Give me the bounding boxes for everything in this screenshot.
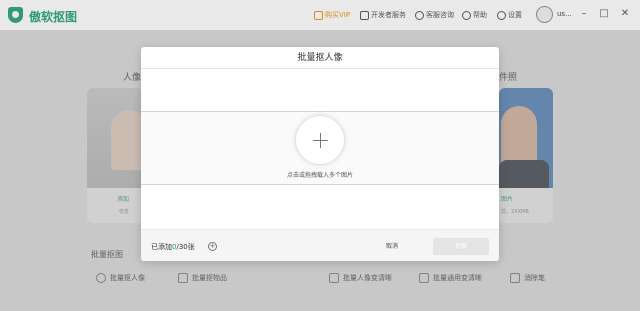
add-more-icon[interactable]: + <box>208 242 217 251</box>
add-image-plus-icon[interactable] <box>295 115 345 165</box>
dialog-title: 批量抠人像 <box>141 47 499 69</box>
settings-label: 设置 <box>508 11 522 19</box>
avatar[interactable] <box>536 6 553 23</box>
close-icon[interactable]: ✕ <box>619 8 631 20</box>
headset-icon <box>415 10 424 20</box>
customer-service-label: 客服咨询 <box>426 11 454 19</box>
image-drop-zone[interactable]: 点击或拖拽载入多个图片 <box>141 111 499 185</box>
app-logo-icon <box>8 7 23 23</box>
username[interactable]: us... <box>557 10 572 18</box>
help-icon <box>462 10 471 20</box>
customer-service-button[interactable]: 客服咨询 <box>415 10 454 20</box>
settings-button[interactable]: 设置 <box>497 10 522 20</box>
app-name: 傲软抠图 <box>29 10 78 24</box>
cart-icon <box>314 10 323 20</box>
dialog-footer: 已添加0/30张 + 取消 抠图 <box>141 229 499 261</box>
buy-vip-button[interactable]: 购买VIP <box>314 10 350 20</box>
title-bar: 傲软抠图 购买VIP 开发者服务 客服咨询 帮助 设置 us... – □ ✕ <box>0 0 640 30</box>
help-label: 帮助 <box>473 11 487 19</box>
added-count-suffix: /30张 <box>176 243 195 251</box>
added-count: 已添加0/30张 <box>151 242 195 252</box>
cancel-button[interactable]: 取消 <box>372 238 412 255</box>
batch-portrait-dialog: 批量抠人像 点击或拖拽载入多个图片 已添加0/30张 + 取消 抠图 <box>141 47 499 261</box>
start-cutout-button[interactable]: 抠图 <box>433 238 489 255</box>
developer-service-button[interactable]: 开发者服务 <box>360 10 406 20</box>
developer-icon <box>360 10 369 20</box>
maximize-icon[interactable]: □ <box>598 8 610 20</box>
developer-service-label: 开发者服务 <box>371 11 406 19</box>
help-button[interactable]: 帮助 <box>462 10 487 20</box>
added-count-prefix: 已添加 <box>151 243 172 251</box>
drop-hint: 点击或拖拽载入多个图片 <box>286 172 353 179</box>
minimize-icon[interactable]: – <box>578 8 590 20</box>
gear-icon <box>497 10 506 20</box>
buy-vip-label: 购买VIP <box>325 11 351 19</box>
